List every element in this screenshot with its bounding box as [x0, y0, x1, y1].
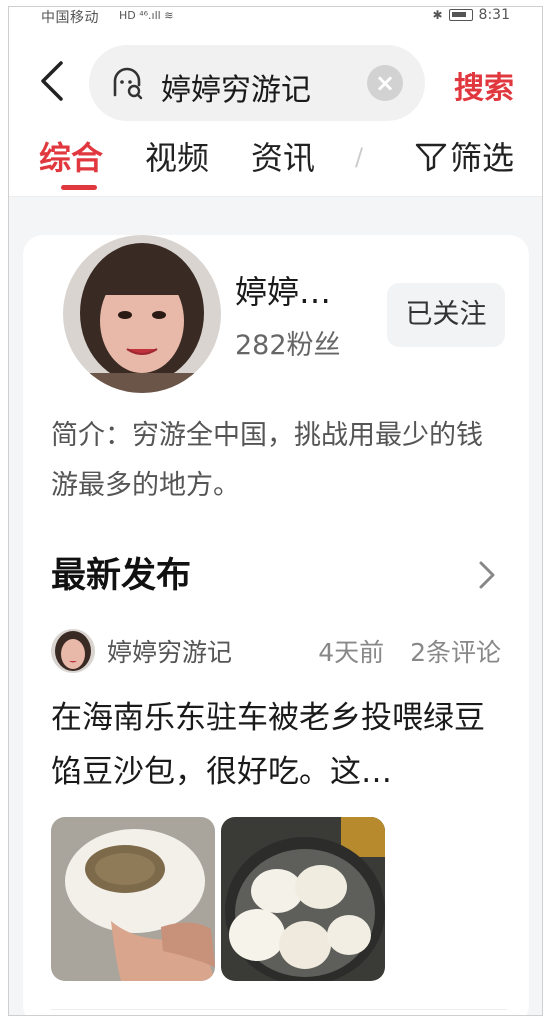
carrier-label: 中国移动 [41, 10, 99, 26]
follower-count: 282粉丝 [235, 330, 341, 361]
active-tab-indicator [61, 185, 97, 190]
post-thumbnail-2[interactable] [221, 817, 385, 981]
user-result-card[interactable]: 婷婷… 282粉丝 已关注 简介：穷游全中国，挑战用最少的钱游最多的地方。 最新… [23, 235, 529, 1015]
divider [51, 1009, 507, 1010]
battery-icon [448, 9, 473, 21]
following-button[interactable]: 已关注 [387, 283, 505, 347]
tab-video[interactable]: 视频 [145, 133, 209, 179]
tab-news[interactable]: 资讯 [251, 133, 315, 179]
signal-icons: HD ⁴⁶.ıll ≋ [119, 9, 174, 22]
avatar-portrait-image [63, 235, 221, 393]
filter-button[interactable]: 筛选 [414, 133, 514, 179]
post-author-avatar[interactable] [51, 629, 95, 673]
search-header: 婷婷穷游记 × 搜索 [9, 41, 542, 125]
search-input[interactable]: 婷婷穷游记 [161, 65, 311, 109]
bun-photo-image [51, 817, 215, 981]
close-icon[interactable]: × [367, 65, 403, 101]
post-thumbnail-1[interactable] [51, 817, 215, 981]
search-button[interactable]: 搜索 [454, 63, 514, 107]
tab-all[interactable]: 综合 [39, 133, 103, 179]
user-name[interactable]: 婷婷… [235, 267, 331, 313]
chevron-right-icon[interactable] [475, 557, 499, 593]
filter-icon [415, 143, 447, 172]
avatar[interactable] [63, 235, 221, 393]
bluetooth-icon: ✱ [432, 8, 443, 22]
tab-more-faded[interactable]: / [355, 143, 363, 171]
steamed-buns-pot-image [221, 817, 385, 981]
search-assistant-icon [113, 67, 143, 100]
status-bar: 中国移动 HD ⁴⁶.ıll ≋ ✱ 8:31 [9, 7, 542, 27]
back-arrow-icon[interactable] [35, 59, 71, 103]
search-box[interactable]: 婷婷穷游记 × [89, 45, 425, 121]
phone-screen: 中国移动 HD ⁴⁶.ıll ≋ ✱ 8:31 婷婷穷游记 × 搜索 综合 视频… [8, 6, 543, 1016]
post-comment-count: 2条评论 [410, 638, 501, 667]
post-title[interactable]: 在海南乐东驻车被老乡投喂绿豆馅豆沙包，很好吃。这… [51, 691, 507, 799]
latest-posts-title[interactable]: 最新发布 [51, 547, 191, 598]
avatar-portrait-image [51, 629, 95, 673]
result-tabs: 综合 视频 资讯 / 筛选 [9, 129, 542, 197]
user-bio: 简介：穷游全中国，挑战用最少的钱游最多的地方。 [51, 420, 483, 501]
clock: 8:31 [478, 7, 510, 23]
post-time: 4天前 [318, 638, 385, 667]
post-author-name[interactable]: 婷婷穷游记 [107, 633, 232, 669]
filter-label: 筛选 [449, 139, 514, 177]
post-meta: 4天前 2条评论 [318, 633, 501, 669]
